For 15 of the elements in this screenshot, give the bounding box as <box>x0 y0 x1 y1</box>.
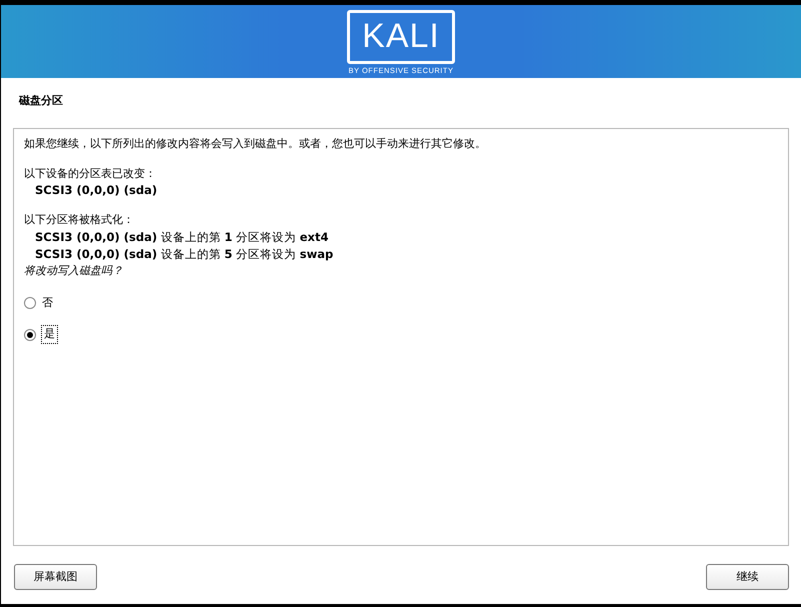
section-heading: 以下分区将被格式化： <box>24 212 135 228</box>
partition-entry: SCSI3 (0,0,0) (sda) 设备上的第 1 分区将设为 ext4 <box>34 228 330 246</box>
radio-button[interactable] <box>24 328 36 340</box>
question-text: 将改动写入磁盘吗？ <box>24 263 124 280</box>
screenshot-button[interactable]: 屏幕截图 <box>14 564 97 590</box>
option-label: 是 <box>42 326 57 343</box>
continue-button[interactable]: 继续 <box>706 564 789 590</box>
page-title: 磁盘分区 <box>19 94 63 107</box>
device-entry: SCSI3 (0,0,0) (sda) <box>34 182 158 199</box>
option-label: 否 <box>42 294 53 311</box>
logo: KALI <box>347 10 455 64</box>
partition-entry: SCSI3 (0,0,0) (sda) 设备上的第 5 分区将设为 swap <box>34 246 334 263</box>
section-heading: 以下设备的分区表已改变： <box>24 166 157 182</box>
intro-text: 如果您继续，以下所列出的修改内容将会写入到磁盘中。或者，您也可以手动来进行其它修改。 <box>24 136 487 152</box>
radio-button[interactable] <box>24 297 36 309</box>
